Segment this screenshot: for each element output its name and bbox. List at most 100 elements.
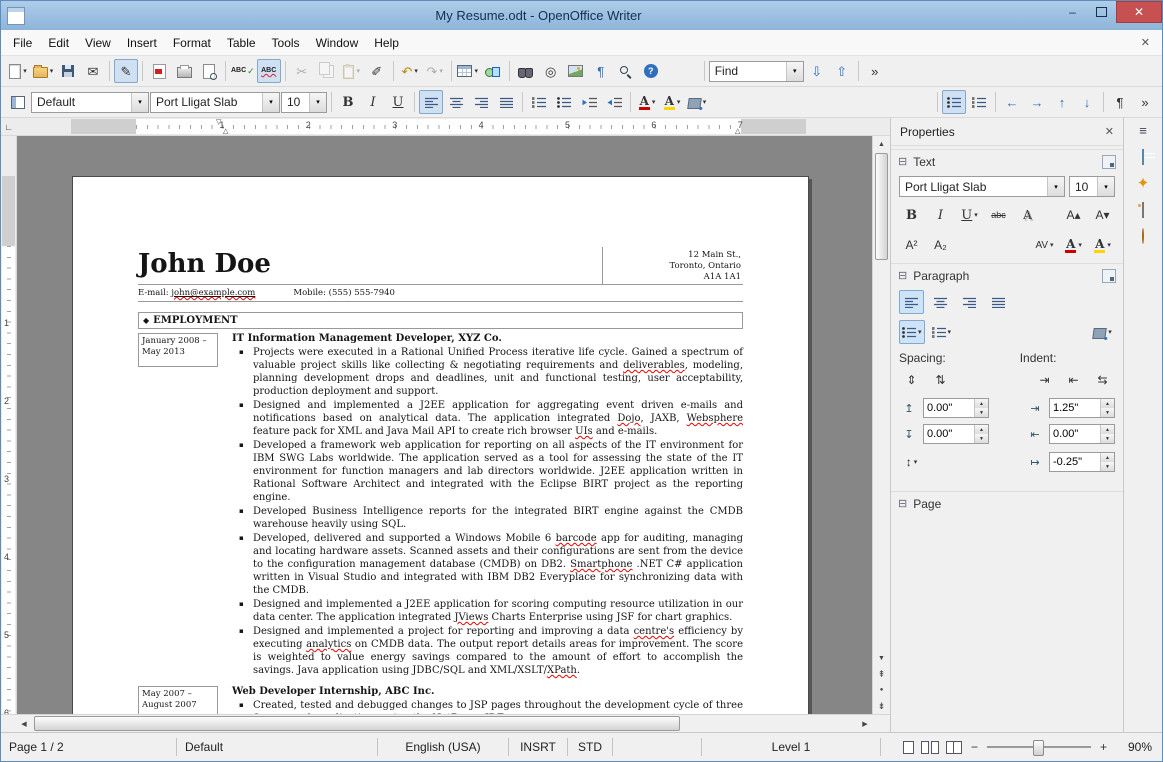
cut-button[interactable]: ✂: [290, 59, 314, 83]
spin-down-icon[interactable]: ▼: [975, 434, 988, 443]
close-button[interactable]: ✕: [1116, 1, 1162, 23]
find-next-button[interactable]: ⇩: [805, 59, 829, 83]
paragraph-style-combo[interactable]: Default ▾: [31, 91, 149, 113]
help-button[interactable]: ?: [639, 59, 663, 83]
styles-panel-button[interactable]: [6, 90, 30, 114]
dropdown-icon[interactable]: ▾: [974, 211, 978, 219]
tab-type-selector[interactable]: ∟: [4, 122, 13, 132]
dropdown-icon[interactable]: ▾: [356, 67, 360, 75]
superscript-button[interactable]: A²: [899, 233, 924, 257]
decrease-font-button[interactable]: A▾: [1090, 203, 1115, 227]
horizontal-scrollbar[interactable]: ◀ ▶: [16, 715, 873, 732]
status-document-modified[interactable]: [613, 733, 701, 761]
close-document-button[interactable]: ✕: [1137, 34, 1154, 51]
section-paragraph-header[interactable]: ⊟ Paragraph: [891, 263, 1123, 287]
above-paragraph-spacing-field[interactable]: 0.00" ▲ ▼: [923, 398, 989, 418]
spin-down-icon[interactable]: ▼: [1101, 408, 1114, 417]
demote-list-level-button[interactable]: →: [1025, 90, 1049, 114]
increase-indent-button[interactable]: [602, 90, 626, 114]
align-justify-button[interactable]: [494, 90, 518, 114]
status-insert-mode[interactable]: INSRT: [509, 733, 567, 761]
spin-up-icon[interactable]: ▲: [1101, 399, 1114, 408]
email-button[interactable]: ✉: [81, 59, 105, 83]
dropdown-icon[interactable]: ▾: [50, 67, 54, 75]
menu-window[interactable]: Window: [308, 32, 367, 54]
dropdown-icon[interactable]: ▾: [309, 92, 326, 112]
menu-view[interactable]: View: [77, 32, 119, 54]
spin-up-icon[interactable]: ▲: [1101, 425, 1114, 434]
vertical-scrollbar[interactable]: ▲ ▼ ⇞ ● ⇟: [872, 136, 890, 714]
dropdown-icon[interactable]: ▾: [652, 98, 656, 106]
print-button[interactable]: [172, 59, 196, 83]
section-text-header[interactable]: ⊟ Text: [891, 149, 1123, 173]
font-color-button[interactable]: A ▾: [1061, 233, 1086, 257]
menu-tools[interactable]: Tools: [264, 32, 308, 54]
navigator-button[interactable]: ◎: [539, 59, 563, 83]
find-previous-button[interactable]: ⇧: [830, 59, 854, 83]
toolbar-overflow-button[interactable]: »: [863, 59, 887, 83]
dropdown-icon[interactable]: ▾: [439, 67, 443, 75]
zoom-out-button[interactable]: −: [969, 740, 980, 754]
next-page-button[interactable]: ⇟: [873, 698, 890, 714]
vertical-scroll-track[interactable]: [873, 152, 890, 650]
subscript-button[interactable]: A₂: [928, 233, 953, 257]
dropdown-icon[interactable]: ▾: [914, 458, 918, 466]
bullets-dropdown-button[interactable]: ▾: [899, 320, 925, 344]
italic-button[interactable]: I: [928, 203, 953, 227]
zoom-percent[interactable]: 90%: [1116, 740, 1152, 754]
field-value[interactable]: 0.00": [924, 425, 974, 443]
zoom-slider-thumb[interactable]: [1032, 740, 1044, 756]
dropdown-icon[interactable]: ▾: [1047, 177, 1064, 196]
promote-list-level-button[interactable]: ←: [1000, 90, 1024, 114]
page-preview-button[interactable]: [197, 59, 221, 83]
spin-up-icon[interactable]: ▲: [1101, 453, 1114, 462]
gallery-button[interactable]: [564, 59, 588, 83]
collapse-icon[interactable]: ⊟: [898, 270, 907, 282]
dropdown-icon[interactable]: ▾: [1108, 328, 1112, 336]
increase-font-button[interactable]: A▴: [1061, 203, 1086, 227]
highlighting-button[interactable]: A ▾: [1090, 233, 1115, 257]
dropdown-icon[interactable]: ▾: [948, 328, 952, 336]
align-left-button[interactable]: [419, 90, 443, 114]
move-down-button[interactable]: ↓: [1075, 90, 1099, 114]
horizontal-ruler[interactable]: ▽ △ △ 1234567: [16, 118, 873, 135]
copy-button[interactable]: [315, 59, 339, 83]
collapse-icon[interactable]: ⊟: [898, 156, 907, 168]
list-bullets-toggle-button[interactable]: [942, 90, 966, 114]
background-color-button[interactable]: ▾: [685, 90, 709, 114]
font-name-combo[interactable]: Port Lligat Slab ▾: [150, 91, 280, 113]
character-spacing-button[interactable]: AV ▾: [1032, 233, 1057, 257]
dropdown-icon[interactable]: ▾: [677, 98, 681, 106]
font-size-combo[interactable]: 10 ▾: [281, 91, 327, 113]
highlighting-button[interactable]: A ▾: [660, 90, 684, 114]
numbering-button[interactable]: [527, 90, 551, 114]
find-toolbar-input[interactable]: Find ▾: [708, 60, 804, 82]
dropdown-icon[interactable]: ▾: [918, 328, 922, 336]
save-button[interactable]: [56, 59, 80, 83]
hanging-indent-button[interactable]: ⇆: [1090, 368, 1115, 392]
bullets-button[interactable]: [552, 90, 576, 114]
spinner-arrows[interactable]: ▲ ▼: [974, 399, 988, 417]
export-pdf-button[interactable]: [147, 59, 171, 83]
dropdown-icon[interactable]: ▾: [23, 67, 27, 75]
email-link[interactable]: john@example.com: [171, 288, 255, 298]
dropdown-icon[interactable]: ▾: [1050, 241, 1054, 249]
spin-down-icon[interactable]: ▼: [1101, 434, 1114, 443]
tab-properties[interactable]: [1142, 149, 1144, 165]
vertical-ruler[interactable]: 1 2 3 4 5 6: [1, 136, 17, 714]
sidebar-close-button[interactable]: ✕: [1105, 125, 1114, 138]
redo-button[interactable]: ↷ ▾: [423, 59, 447, 83]
horizontal-scroll-thumb[interactable]: [34, 716, 680, 731]
insert-table-button[interactable]: ▾: [456, 59, 480, 83]
spellcheck-button[interactable]: ABC ✓: [230, 59, 256, 83]
maximize-button[interactable]: [1087, 1, 1116, 23]
spin-down-icon[interactable]: ▼: [1101, 462, 1114, 471]
zoom-slider[interactable]: [986, 740, 1091, 756]
align-center-button[interactable]: [444, 90, 468, 114]
navigation-button[interactable]: ●: [873, 682, 890, 698]
dropdown-icon[interactable]: ▾: [414, 67, 418, 75]
undo-button[interactable]: ↶ ▾: [398, 59, 422, 83]
bold-button[interactable]: B: [336, 90, 360, 114]
show-draw-functions-button[interactable]: [481, 59, 505, 83]
spinner-arrows[interactable]: ▲ ▼: [1100, 453, 1114, 471]
